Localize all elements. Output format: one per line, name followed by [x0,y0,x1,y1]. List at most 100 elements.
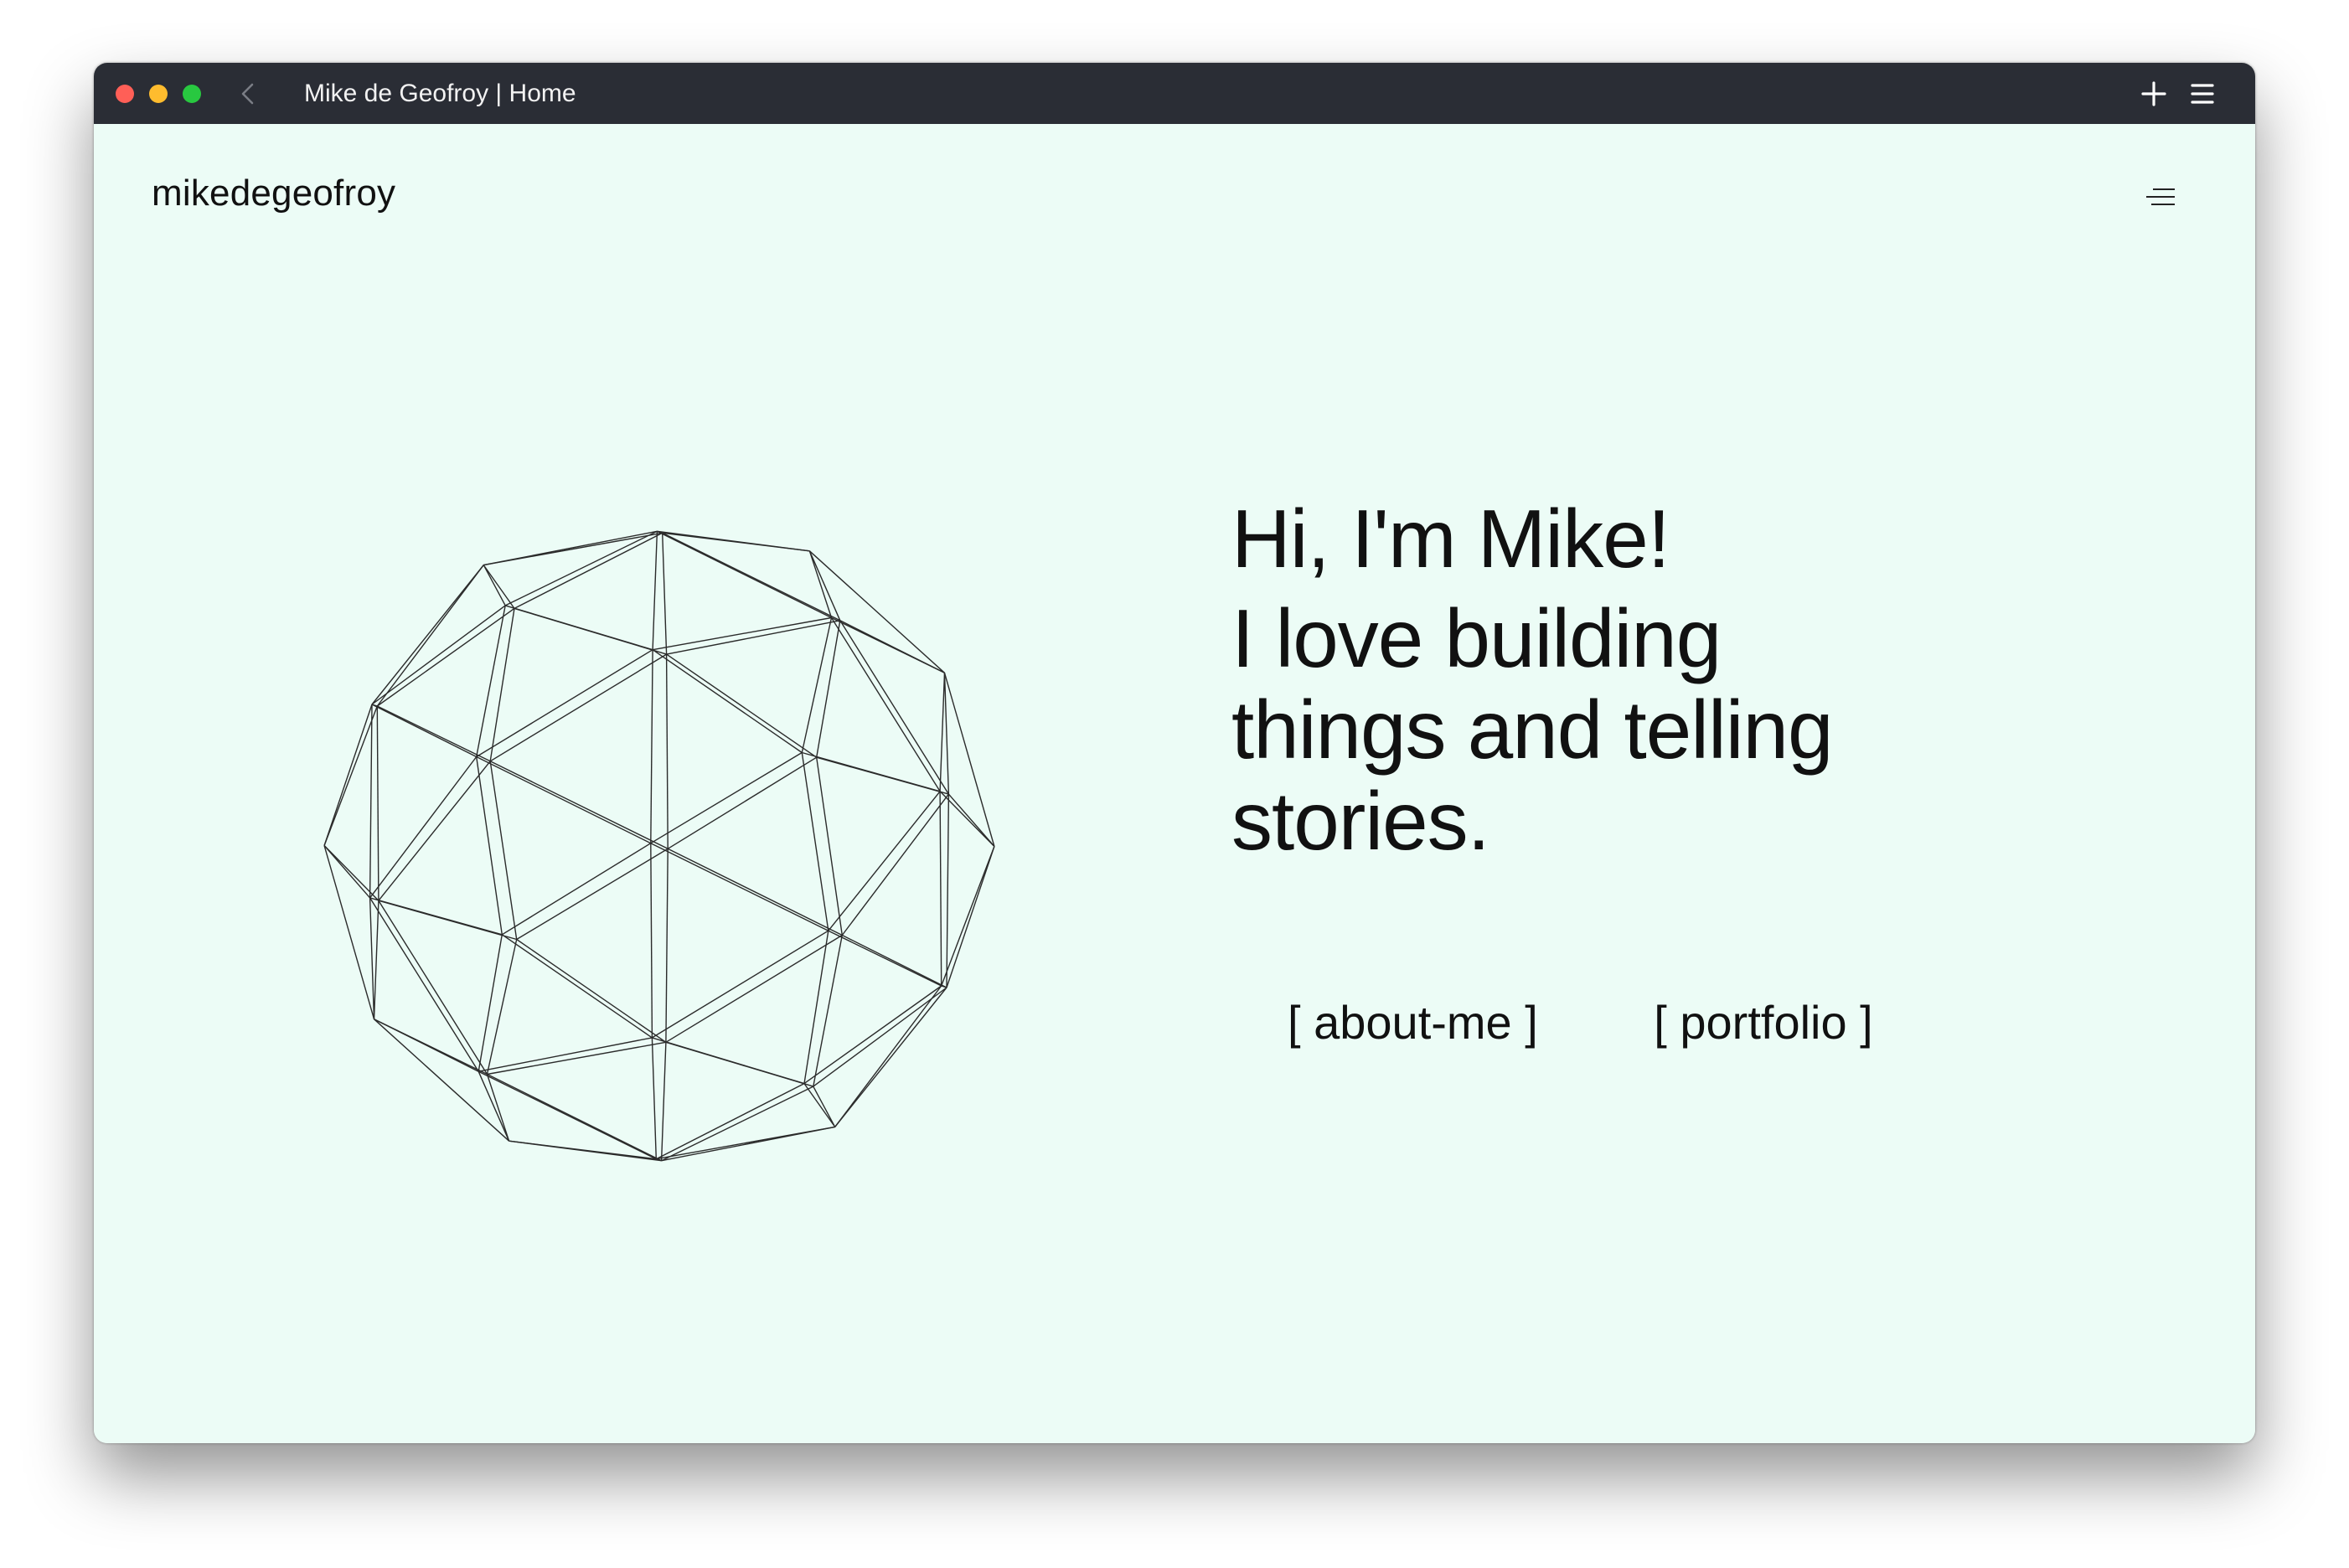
sphere-edge [662,533,668,655]
sphere-edge [516,848,669,941]
sphere-edge [665,848,669,1043]
hero-links: [ about-me ] [ portfolio ] [1288,995,1873,1050]
sphere-edge [666,653,818,758]
sphere-edge [660,1042,667,1161]
sphere-edge [476,649,653,758]
sphere-edge [478,1037,653,1072]
sphere-edge [369,704,373,898]
sphere-edge [650,843,653,1038]
sphere-edge [487,1073,662,1162]
sphere-edge [665,654,669,849]
sphere-edge [947,793,995,847]
sphere-edge [803,1083,836,1127]
sphere-edge [476,605,506,757]
sphere-edge [650,649,653,843]
back-button[interactable] [235,80,263,108]
sphere-edge [509,1140,657,1160]
sphere-edge [373,900,379,1019]
sphere-edge [828,930,942,987]
sphere-edge [801,752,829,931]
new-tab-button[interactable] [2140,80,2168,108]
sphere-edge [483,532,663,566]
minimize-window-button[interactable] [149,85,168,103]
sphere-edge [476,756,503,935]
sphere-edge [666,620,840,655]
sphere-edge [323,705,378,846]
chevron-left-icon [241,83,254,105]
sphere-edge [662,532,810,552]
sphere-edge [514,607,667,655]
sphere-edge [662,532,841,622]
sphere-edge [813,935,843,1087]
title-bar: Mike de Geofroy | Home [94,63,2255,124]
sphere-edge [323,845,371,899]
sphere-edge [501,934,653,1039]
sphere-edge [816,757,843,936]
sphere-edge [808,550,841,622]
sphere-edge [841,934,947,988]
site-logo[interactable]: mikedegeofroy [152,173,395,214]
sphere-edge [486,939,518,1075]
sphere-edge [371,704,478,758]
sphere-edge [378,761,491,901]
sphere-edge [652,531,658,650]
menu-lines-icon [2146,188,2175,205]
sphere-edge [652,649,803,754]
plus-icon [2141,81,2166,106]
hero-greeting: Hi, I'm Mike! [1231,493,1670,585]
sphere-edge [816,620,841,758]
sphere-edge [376,705,379,901]
browser-menu-button[interactable] [2188,80,2217,108]
sphere-edge [841,793,949,936]
sphere-edge [946,846,995,988]
hero-tagline: I love building things and telling stori… [1231,592,1834,867]
sphere-edge [665,934,843,1043]
sphere-edge [487,1041,667,1075]
sphere-edge [651,1037,657,1159]
sphere-edge [376,607,515,707]
sphere-edge [489,761,669,849]
sphere-edge [803,985,942,1085]
sphere-edge [478,1070,510,1142]
portfolio-link[interactable]: [ portfolio ] [1654,995,1872,1050]
wireframe-geodesic-sphere-icon [323,530,995,1162]
sphere-edge [489,653,667,762]
sphere-edge [504,530,658,606]
window-title: Mike de Geofroy | Home [304,80,576,107]
sphere-edge [650,843,829,931]
browser-window: Mike de Geofroy | Home mikedegeofroy Hi,… [94,63,2255,1443]
sphere-edge [943,673,950,795]
sphere-edge [489,761,518,940]
sphere-edge [661,1086,814,1162]
sphere-edge [939,673,946,792]
sphere-edge [650,751,803,844]
sphere-edge [489,608,515,761]
sphere-edge [667,848,843,936]
sphere-edge [652,930,829,1039]
maximize-window-button[interactable] [183,85,201,103]
hamburger-menu-icon [2191,84,2214,104]
nav-menu-button[interactable] [2143,184,2180,214]
sphere-edge [501,843,652,936]
sphere-edge [478,934,503,1072]
close-window-button[interactable] [116,85,134,103]
sphere-edge [941,846,995,987]
sphere-edge [665,1041,814,1087]
sphere-edge [839,620,945,673]
sphere-edge [656,1126,835,1160]
hero-text: Hi, I'm Mike! I love building things and… [1231,484,1985,867]
sphere-edge [476,756,652,844]
sphere-edge [376,565,484,707]
about-me-link[interactable]: [ about-me ] [1288,995,1538,1050]
sphere-edge [657,530,832,619]
sphere-edge [478,1070,657,1160]
sphere-edge [946,794,950,988]
sphere-edge [803,931,829,1084]
sphere-edge [652,616,832,651]
sphere-edge [369,756,478,899]
sphere-edge [369,897,375,1019]
sphere-edge [516,938,667,1043]
sphere-edge [483,565,506,606]
sphere-edge [801,617,833,753]
sphere-edge [376,705,491,762]
